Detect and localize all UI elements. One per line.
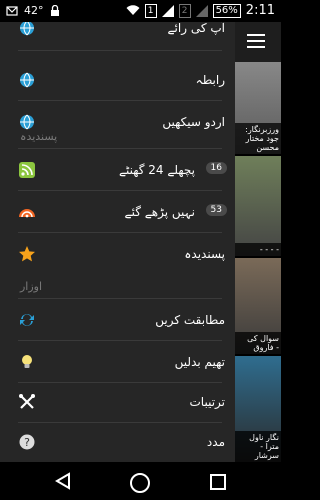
settings-tools-icon	[19, 394, 35, 409]
drawer-item-label: پچھلے 24 گھنٹے	[118, 163, 195, 177]
drawer-divider	[18, 232, 222, 233]
battery-indicator: 56%	[212, 3, 241, 18]
drawer-divider	[18, 148, 222, 149]
feed-caption: ورزبرنگار: جود مختار محسن	[235, 123, 281, 154]
sync-icon	[20, 314, 34, 326]
bulb-icon	[22, 355, 32, 368]
drawer-item-label: ترتیبات	[189, 395, 226, 409]
back-icon[interactable]	[55, 472, 71, 490]
clock: 2:11	[245, 3, 275, 18]
feed-thumbnail[interactable]: سوال کی - فاروق	[235, 258, 281, 356]
drawer-item-last-24-hours[interactable]: پچھلے 24 گھنٹے 16	[0, 150, 235, 190]
sim1-indicator: 1	[144, 3, 157, 18]
status-left: 42°	[6, 4, 60, 17]
drawer-item-feedback[interactable]: آپ کی رائے	[0, 22, 235, 48]
globe-icon	[20, 114, 34, 130]
star-icon	[19, 246, 35, 262]
globe-icon	[20, 72, 34, 88]
feed-caption: سوال کی - فاروق	[235, 332, 281, 354]
home-icon[interactable]	[130, 473, 150, 493]
temperature-text: 42°	[24, 4, 44, 17]
drawer-item-label: مدد	[206, 435, 225, 449]
section-header-favorites: پسندیدہ	[20, 130, 58, 143]
unread-count-badge: 16	[205, 162, 227, 174]
drawer-item-unread[interactable]: نہیں پڑھے گئے 53	[0, 192, 235, 232]
recent-apps-icon[interactable]	[210, 474, 226, 490]
drawer-item-help[interactable]: مدد ?	[0, 422, 235, 462]
signal-empty-icon	[195, 4, 208, 17]
drawer-item-sync[interactable]: مطابقت کریں	[0, 300, 235, 340]
feed-caption: نگار ناول مترا - سرشار	[235, 431, 281, 462]
unread-count-badge: 53	[205, 204, 227, 216]
system-navigation-bar	[0, 462, 281, 500]
drawer-item-settings[interactable]: ترتیبات	[0, 382, 235, 422]
drawer-item-label: تھیم بدلیں	[174, 355, 225, 369]
drawer-item-label: آپ کی رائے	[167, 22, 225, 35]
help-icon: ?	[19, 434, 35, 450]
drawer-divider	[18, 298, 222, 299]
drawer-item-favorites[interactable]: پسندیدہ	[0, 234, 235, 274]
sim2-indicator: 2	[178, 3, 191, 18]
drawer-divider	[18, 50, 222, 51]
notification-icon	[6, 5, 18, 16]
svg-text:?: ?	[24, 436, 30, 449]
app-toolbar	[235, 22, 281, 62]
drawer-item-label: رابطہ	[195, 73, 225, 87]
drawer-item-change-theme[interactable]: تھیم بدلیں	[0, 342, 235, 382]
navigation-drawer: آپ کی رائے رابطہ اردو سیکھیں پسندیدہ پچھ…	[0, 22, 235, 462]
feed-thumbnail[interactable]: ورزبرنگار: جود مختار محسن	[235, 62, 281, 156]
drawer-item-contact[interactable]: رابطہ	[0, 60, 235, 100]
hamburger-menu-icon[interactable]	[247, 34, 265, 48]
drawer-item-label: نہیں پڑھے گئے	[124, 205, 195, 219]
globe-icon	[20, 22, 34, 36]
lock-icon	[50, 4, 59, 16]
section-header-tools: اوزار	[20, 280, 43, 293]
feed-thumbnail[interactable]: نگار ناول مترا - سرشار	[235, 356, 281, 464]
status-right: 1 2 56% 2:11	[126, 3, 275, 18]
drawer-divider	[18, 190, 222, 191]
rss-icon	[19, 162, 35, 178]
status-bar: 42° 1 2 56% 2:11	[0, 0, 281, 22]
signal-icon	[161, 4, 174, 17]
drawer-item-label: اردو سیکھیں	[162, 115, 225, 129]
feed-caption: - - - -	[235, 243, 281, 256]
wifi-icon	[126, 5, 140, 15]
rss-unread-icon	[19, 209, 35, 218]
drawer-item-label: پسندیدہ	[184, 247, 225, 261]
drawer-item-label: مطابقت کریں	[155, 313, 225, 327]
drawer-divider	[18, 100, 222, 101]
drawer-divider	[18, 340, 222, 341]
feed-thumbnail[interactable]: - - - -	[235, 156, 281, 258]
